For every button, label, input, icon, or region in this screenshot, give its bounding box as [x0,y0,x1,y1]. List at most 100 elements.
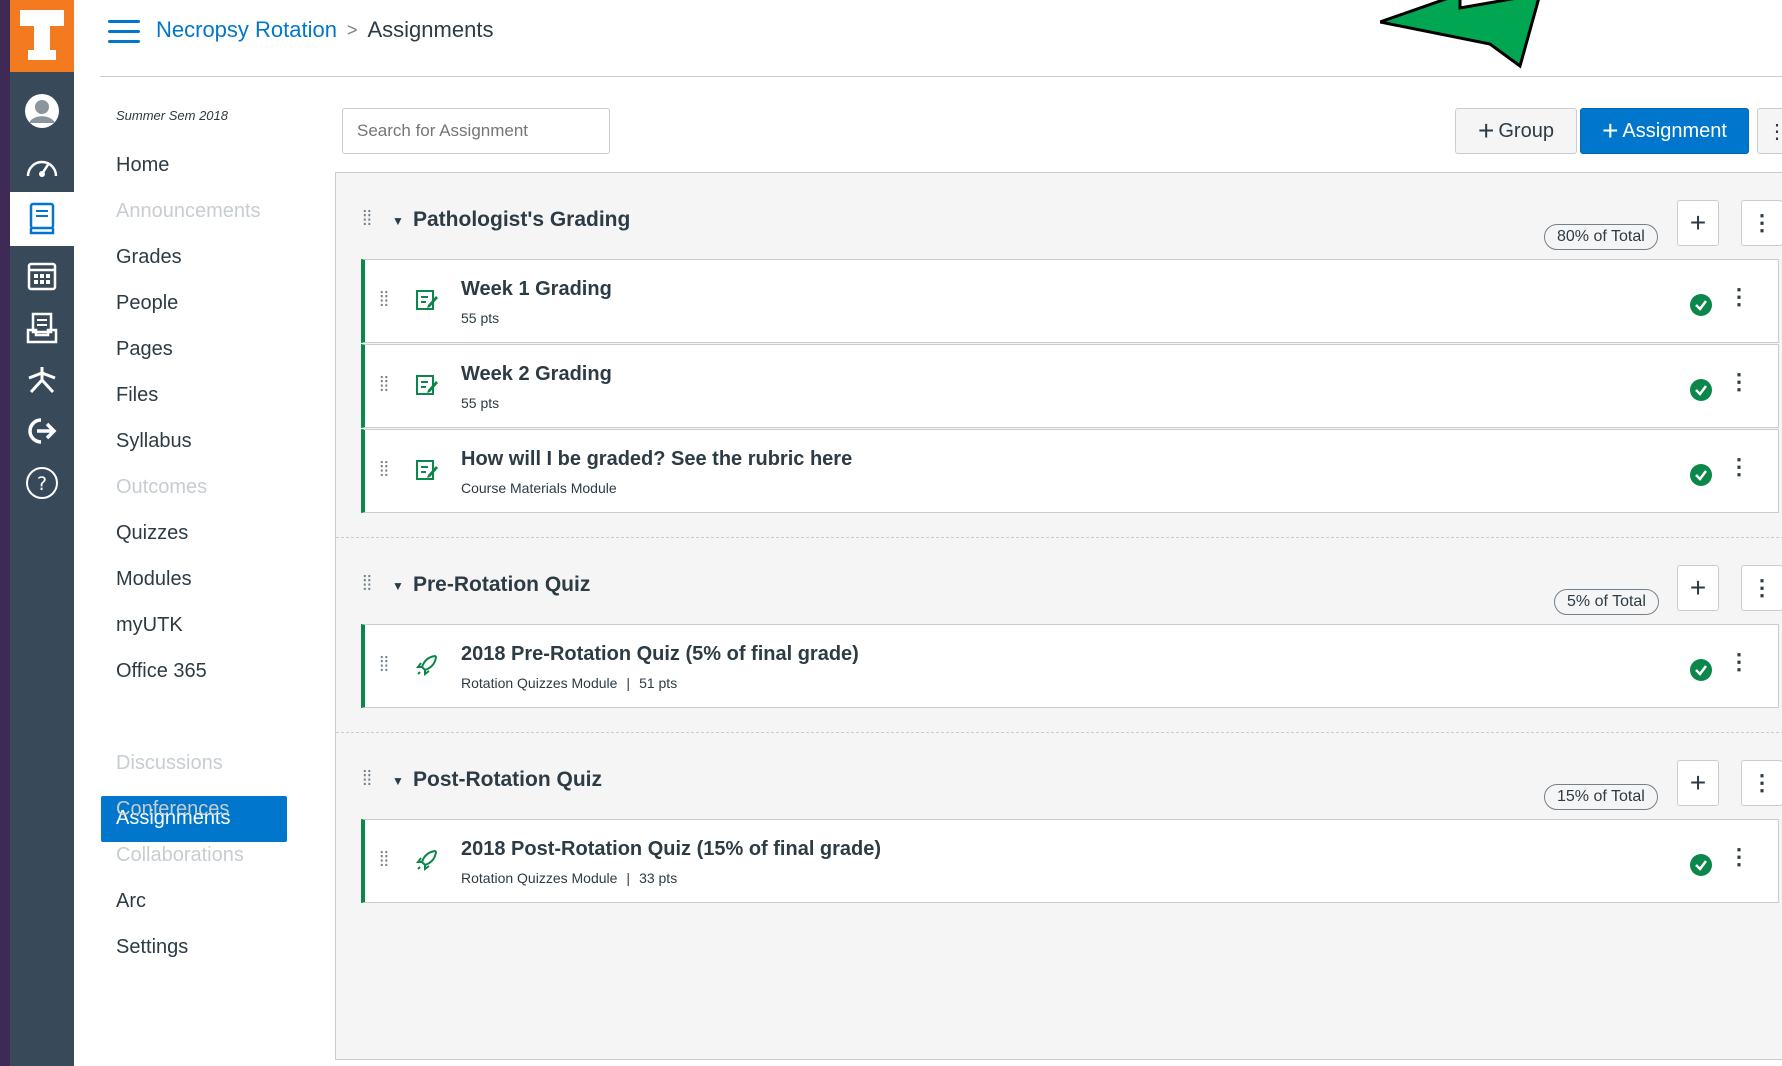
course-nav-announcements[interactable]: Announcements [116,200,261,223]
course-nav-home[interactable]: Home [116,154,169,177]
add-assignment-button[interactable]: + Assignment [1580,108,1749,154]
commons-icon[interactable] [10,354,74,404]
quiz-rocket-icon [416,654,438,676]
course-nav-people[interactable]: People [116,292,178,315]
drag-handle-icon[interactable]: ⁞⁞ [362,574,372,594]
assignment-kebab-icon[interactable]: ⋮ [1728,284,1750,310]
breadcrumb-course-link[interactable]: Necropsy Rotation [156,17,337,43]
group-kebab-icon[interactable]: ⋮ [1741,565,1782,611]
course-nav-office365[interactable]: Office 365 [116,660,207,683]
drag-handle-icon[interactable]: ⁞⁞ [379,375,389,395]
course-nav-pages[interactable]: Pages [116,338,173,361]
help-icon[interactable]: ? [10,458,74,508]
assignment-group-header: ⁞⁞ ▼ Pre-Rotation Quiz 5% of Total + ⋮ [336,546,1782,626]
add-assignment-label: Assignment [1622,119,1727,142]
drag-handle-icon[interactable]: ⁞⁞ [379,460,389,480]
course-nav-discussions[interactable]: Discussions [116,752,223,775]
assignment-module[interactable]: Course Materials Module [461,480,617,496]
collapse-caret-icon[interactable]: ▼ [392,579,404,593]
course-nav-files[interactable]: Files [116,384,158,407]
published-check-icon[interactable] [1690,854,1712,876]
hamburger-menu-icon[interactable] [108,20,140,43]
inbox-icon[interactable] [10,303,74,353]
course-nav-modules[interactable]: Modules [116,568,192,591]
assignment-row[interactable]: ⁞⁞ 2018 Post-Rotation Quiz (15% of final… [361,819,1779,903]
group-add-plus-icon[interactable]: + [1677,760,1719,806]
dashboard-icon[interactable] [10,140,74,190]
assignment-row[interactable]: ⁞⁞ 2018 Pre-Rotation Quiz (5% of final g… [361,624,1779,708]
assignment-title[interactable]: 2018 Pre-Rotation Quiz (5% of final grad… [461,643,859,666]
assignment-kebab-icon[interactable]: ⋮ [1728,844,1750,870]
assignment-icon [416,375,438,395]
breadcrumb-current: Assignments [367,17,494,42]
assignment-points: 55 pts [461,395,500,411]
course-nav-outcomes[interactable]: Outcomes [116,476,207,499]
assignment-title[interactable]: How will I be graded? See the rubric her… [461,448,852,471]
logout-icon[interactable] [10,406,74,456]
canvas-page: ? Necropsy Rotation > Assignments Summer… [10,0,1782,1066]
assignment-icon [416,460,438,480]
meta-separator: | [626,870,631,886]
breadcrumb-separator: > [346,19,358,40]
assignment-row[interactable]: ⁞⁞ Week 1 Grading 55 pts ⋮ [361,259,1779,343]
assignment-kebab-icon[interactable]: ⋮ [1728,649,1750,675]
courses-icon[interactable] [10,192,74,246]
collapse-caret-icon[interactable]: ▼ [392,774,404,788]
plus-icon: + [1602,115,1619,146]
assignment-points: 51 pts [639,675,678,691]
green-arrow-annotation-icon [1380,0,1540,69]
group-weight-badge: 5% of Total [1554,589,1659,615]
assignment-title[interactable]: Week 1 Grading [461,278,612,301]
assignment-points: 33 pts [639,870,678,886]
assignment-module[interactable]: Rotation Quizzes Module [461,675,617,691]
quiz-rocket-icon [416,849,438,871]
utk-logo[interactable] [10,0,74,72]
assignment-title[interactable]: Week 2 Grading [461,363,612,386]
group-title[interactable]: Post-Rotation Quiz [413,768,602,792]
group-add-plus-icon[interactable]: + [1677,200,1719,246]
plus-icon: + [1478,115,1495,146]
drag-handle-icon[interactable]: ⁞⁞ [362,209,372,229]
add-group-button[interactable]: + Group [1455,108,1577,154]
course-nav-conferences[interactable]: Conferences [116,798,229,821]
assignment-title[interactable]: 2018 Post-Rotation Quiz (15% of final gr… [461,838,881,861]
calendar-icon[interactable] [10,250,74,300]
breadcrumb: Necropsy Rotation > Assignments [156,17,493,43]
drag-handle-icon[interactable]: ⁞⁞ [379,850,389,870]
meta-separator: | [626,675,631,691]
add-group-label: Group [1498,119,1554,142]
collapse-caret-icon[interactable]: ▼ [392,214,404,228]
group-title[interactable]: Pre-Rotation Quiz [413,573,590,597]
assignment-row[interactable]: ⁞⁞ How will I be graded? See the rubric … [361,429,1779,513]
drag-handle-icon[interactable]: ⁞⁞ [379,290,389,310]
assignment-kebab-icon[interactable]: ⋮ [1728,369,1750,395]
group-kebab-icon[interactable]: ⋮ [1741,200,1782,246]
course-nav-syllabus[interactable]: Syllabus [116,430,192,453]
published-check-icon[interactable] [1690,294,1712,316]
group-add-plus-icon[interactable]: + [1677,565,1719,611]
search-assignment-input[interactable] [342,108,610,154]
assignment-kebab-icon[interactable]: ⋮ [1728,454,1750,480]
assignment-module[interactable]: Rotation Quizzes Module [461,870,617,886]
group-kebab-icon[interactable]: ⋮ [1741,760,1782,806]
page-settings-kebab-icon[interactable]: ⋮ [1757,108,1782,154]
published-check-icon[interactable] [1690,379,1712,401]
published-check-icon[interactable] [1690,464,1712,486]
group-title[interactable]: Pathologist's Grading [413,208,630,232]
course-nav-collaborations[interactable]: Collaborations [116,844,244,867]
assignment-row[interactable]: ⁞⁞ Week 2 Grading 55 pts ⋮ [361,344,1779,428]
group-weight-badge: 80% of Total [1544,224,1658,250]
drag-handle-icon[interactable]: ⁞⁞ [379,655,389,675]
drag-handle-icon[interactable]: ⁞⁞ [362,769,372,789]
course-nav-arc[interactable]: Arc [116,890,146,913]
assignment-meta: Rotation Quizzes Module | 33 pts [461,870,677,886]
course-nav-quizzes[interactable]: Quizzes [116,522,188,545]
published-check-icon[interactable] [1690,659,1712,681]
assignment-group-header: ⁞⁞ ▼ Pathologist's Grading 80% of Total … [336,181,1782,261]
course-nav-grades[interactable]: Grades [116,246,182,269]
course-nav-myutk[interactable]: myUTK [116,614,183,637]
assignment-meta: Rotation Quizzes Module | 51 pts [461,675,677,691]
account-icon[interactable] [10,86,74,136]
course-nav-settings[interactable]: Settings [116,936,188,959]
assignment-points: 55 pts [461,310,500,326]
